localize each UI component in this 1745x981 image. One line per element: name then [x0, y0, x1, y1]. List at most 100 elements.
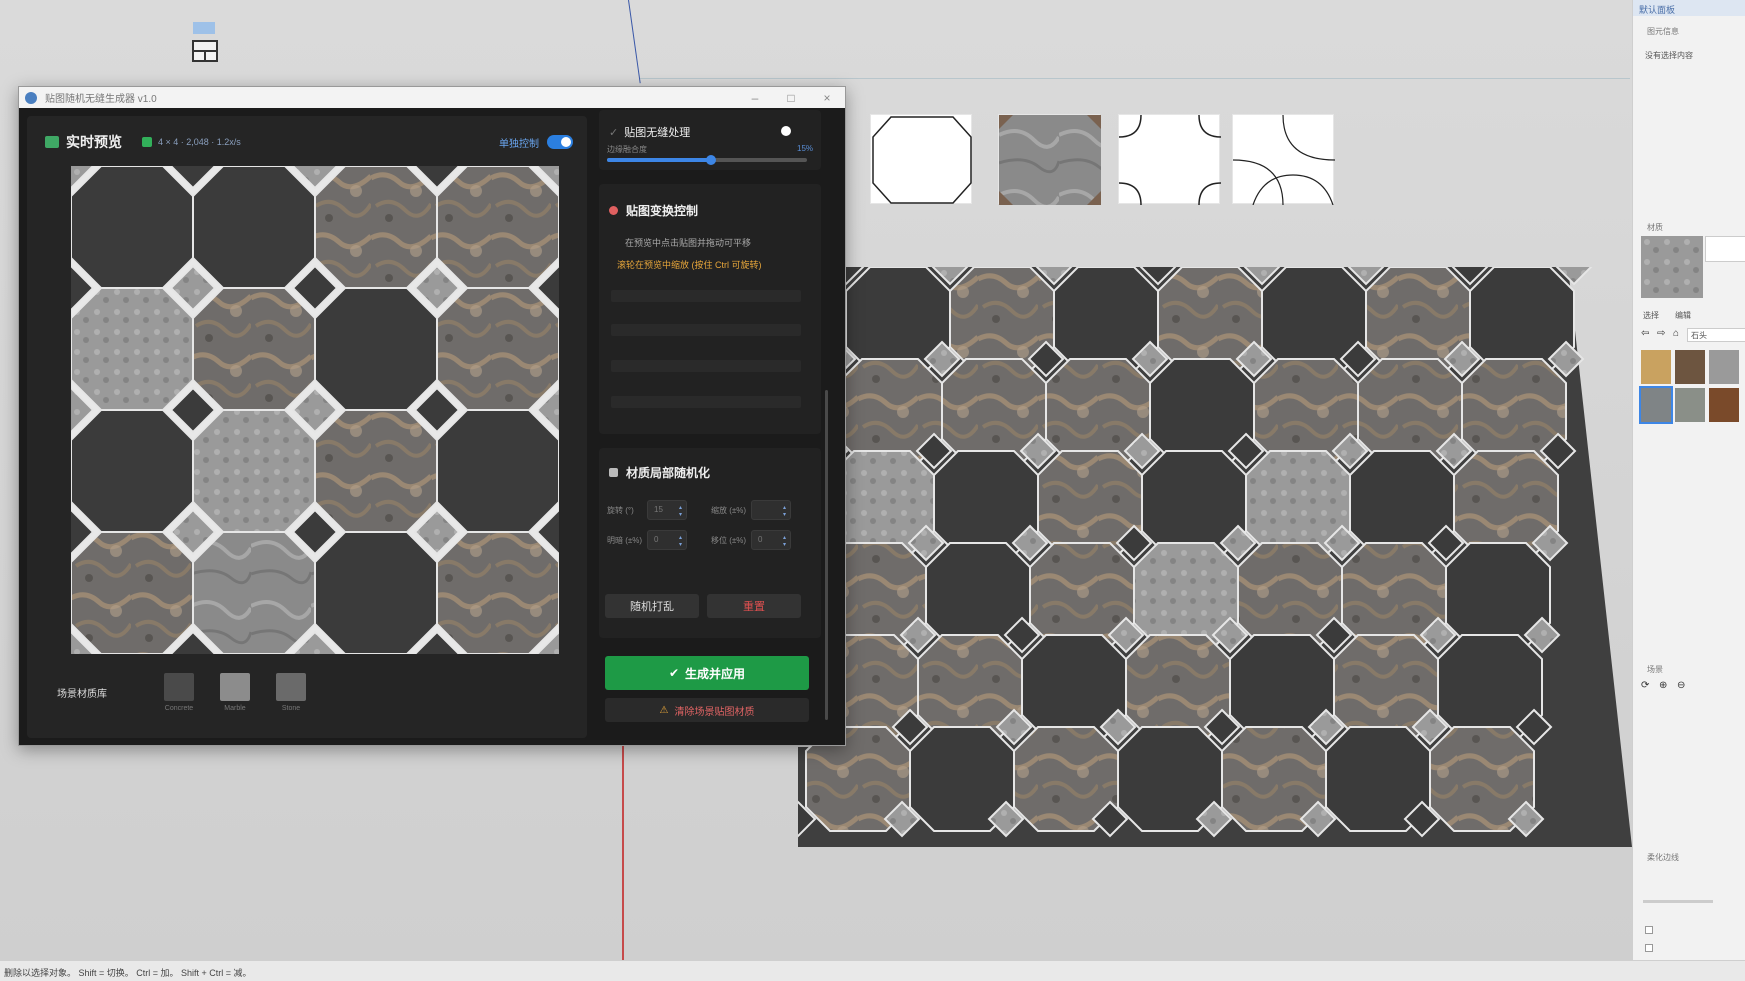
pattern-thumb-octagon[interactable]	[870, 114, 972, 204]
material-swatch[interactable]	[1709, 388, 1739, 422]
wand-icon: ✓	[609, 126, 619, 139]
octagon-tile	[192, 531, 316, 654]
material-swatch[interactable]	[1709, 350, 1739, 384]
material-swatch[interactable]	[1675, 388, 1705, 422]
forward-icon[interactable]: ⇨	[1657, 328, 1665, 339]
materials-header[interactable]: 材质	[1647, 222, 1663, 233]
preview-header: 实时预览 4 × 4 · 2,048 · 1.2x/s 单独控制	[45, 132, 573, 152]
entity-info-header[interactable]: 图元信息	[1647, 26, 1679, 37]
shift-input[interactable]: 0	[751, 530, 791, 550]
generate-apply-button[interactable]: ✔ 生成并应用	[605, 656, 809, 690]
octagon-tile	[192, 409, 316, 533]
reset-button[interactable]: 重置	[707, 594, 801, 618]
scene-item[interactable]: Stone	[267, 673, 315, 712]
default-tray: 默认面板 图元信息 没有选择内容 材质 选择 编辑 ⇦ ⇨ ⌂ 石头 场景 ⟳ …	[1632, 0, 1745, 960]
horizon-line	[640, 78, 1630, 79]
material-swatch-selected[interactable]	[1639, 386, 1673, 424]
pattern-thumb-arcs[interactable]	[1118, 114, 1222, 206]
scale-input[interactable]	[751, 500, 791, 520]
scene-material-row: 场景材质库 Concrete Marble Stone	[57, 673, 323, 723]
randomize-section: 材质局部随机化 旋转 (°) 15 缩放 (±%) 明暗 (±%) 0 移位 (…	[599, 448, 821, 638]
octagon-tile	[192, 287, 316, 411]
plugin-dialog: 贴图随机无缝生成器 v1.0 – □ × 实时预览 4 × 4 · 2,048 …	[18, 86, 846, 746]
seamless-title: 贴图无缝处理	[624, 127, 691, 139]
scene-item-name: Concrete	[164, 705, 194, 712]
soften-header[interactable]: 柔化边线	[1647, 852, 1679, 863]
single-control-label: 单独控制	[499, 138, 539, 150]
octagon-tile	[436, 166, 559, 289]
tab-edit[interactable]: 编辑	[1675, 310, 1691, 321]
smooth-checkbox[interactable]	[1645, 944, 1653, 952]
ghost-row	[611, 290, 801, 302]
refresh-icon[interactable]: ⟳	[1641, 680, 1649, 691]
generate-label: 生成并应用	[685, 666, 746, 681]
scale-label: 缩放 (±%)	[711, 505, 747, 515]
clear-scene-button[interactable]: ⚠ 清除场景贴图材质	[605, 698, 809, 722]
material-swatch[interactable]	[1675, 350, 1705, 384]
transform-title-row: 贴图变换控制	[609, 202, 698, 219]
scenes-header[interactable]: 场景	[1647, 664, 1663, 675]
shift-label: 移位 (±%)	[711, 535, 747, 545]
ghost-row	[611, 324, 801, 336]
field-row: 旋转 (°) 15 缩放 (±%)	[607, 500, 815, 520]
tab-select[interactable]: 选择	[1643, 310, 1659, 321]
randomize-fields: 旋转 (°) 15 缩放 (±%) 明暗 (±%) 0 移位 (±%) 0	[607, 500, 815, 560]
randomize-title-row: 材质局部随机化	[609, 464, 710, 481]
dialog-titlebar[interactable]: 贴图随机无缝生成器 v1.0 – □ ×	[19, 87, 845, 108]
material-library-select[interactable]: 石头	[1687, 328, 1745, 342]
scene-item-name: Marble	[224, 705, 246, 712]
blend-slider-knob[interactable]	[706, 155, 716, 165]
preview-stats: 4 × 4 · 2,048 · 1.2x/s	[158, 137, 241, 147]
octagon-tile	[71, 409, 194, 533]
scene-swatch	[276, 673, 306, 701]
cube-icon	[609, 468, 618, 477]
randomize-title: 材质局部随机化	[626, 466, 711, 480]
scene-item-name: Stone	[281, 705, 301, 712]
add-icon[interactable]: ⊕	[1659, 680, 1667, 691]
status-text: 删除以选择对象。 Shift = 切换。 Ctrl = 加。 Shift + C…	[4, 968, 252, 978]
home-icon[interactable]: ⌂	[1673, 328, 1679, 339]
close-button[interactable]: ×	[809, 91, 845, 105]
grid-checkbox[interactable]	[142, 137, 152, 147]
clear-label: 清除场景贴图材质	[674, 706, 755, 718]
pattern-thumb-curves[interactable]	[1232, 114, 1336, 206]
broom-icon: ⚠	[659, 704, 669, 716]
single-control-toggle[interactable]	[547, 135, 573, 149]
back-icon[interactable]: ⇦	[1641, 328, 1649, 339]
plugin-toolbar-icon[interactable]	[192, 40, 218, 62]
ghost-row	[611, 360, 801, 372]
remove-icon[interactable]: ⊖	[1677, 680, 1685, 691]
scene-item[interactable]: Marble	[211, 673, 259, 712]
rotate-input[interactable]: 15	[647, 500, 687, 520]
transform-note: 在预览中点击贴图并拖动可平移	[625, 238, 752, 248]
blue-axis	[628, 0, 641, 84]
brightness-input[interactable]: 0	[647, 530, 687, 550]
shuffle-button[interactable]: 随机打乱	[605, 594, 699, 618]
preview-canvas[interactable]	[71, 166, 559, 654]
material-name-field[interactable]	[1705, 236, 1745, 262]
brightness-label: 明暗 (±%)	[607, 535, 643, 545]
check-icon: ✔	[668, 666, 680, 680]
control-scrollbar[interactable]	[825, 390, 828, 720]
tray-header[interactable]: 默认面板	[1633, 0, 1745, 16]
blend-slider-fill	[607, 158, 711, 162]
pattern-thumb-marble-octagon[interactable]	[998, 114, 1101, 205]
tiled-floor[interactable]	[798, 267, 1632, 847]
dialog-title: 贴图随机无缝生成器 v1.0	[45, 94, 157, 105]
status-bar: 删除以选择对象。 Shift = 切换。 Ctrl = 加。 Shift + C…	[0, 960, 1745, 981]
scene-item[interactable]: Concrete	[155, 673, 203, 712]
soften-slider[interactable]	[1643, 900, 1713, 903]
seamless-section: ✓ 贴图无缝处理 边缘融合度 15%	[599, 110, 821, 170]
preview-title: 实时预览	[66, 134, 122, 150]
octagon-tile	[314, 166, 438, 289]
minimize-button[interactable]: –	[737, 91, 773, 105]
maximize-button[interactable]: □	[773, 91, 809, 105]
rotate-label: 旋转 (°)	[607, 505, 634, 515]
plugin-badge	[193, 22, 215, 34]
blend-slider[interactable]	[607, 155, 807, 165]
image-icon	[45, 136, 59, 148]
octagon-tile	[314, 287, 438, 411]
soften-checkbox[interactable]	[1645, 926, 1653, 934]
ghost-row	[611, 396, 801, 408]
material-swatch[interactable]	[1641, 350, 1671, 384]
